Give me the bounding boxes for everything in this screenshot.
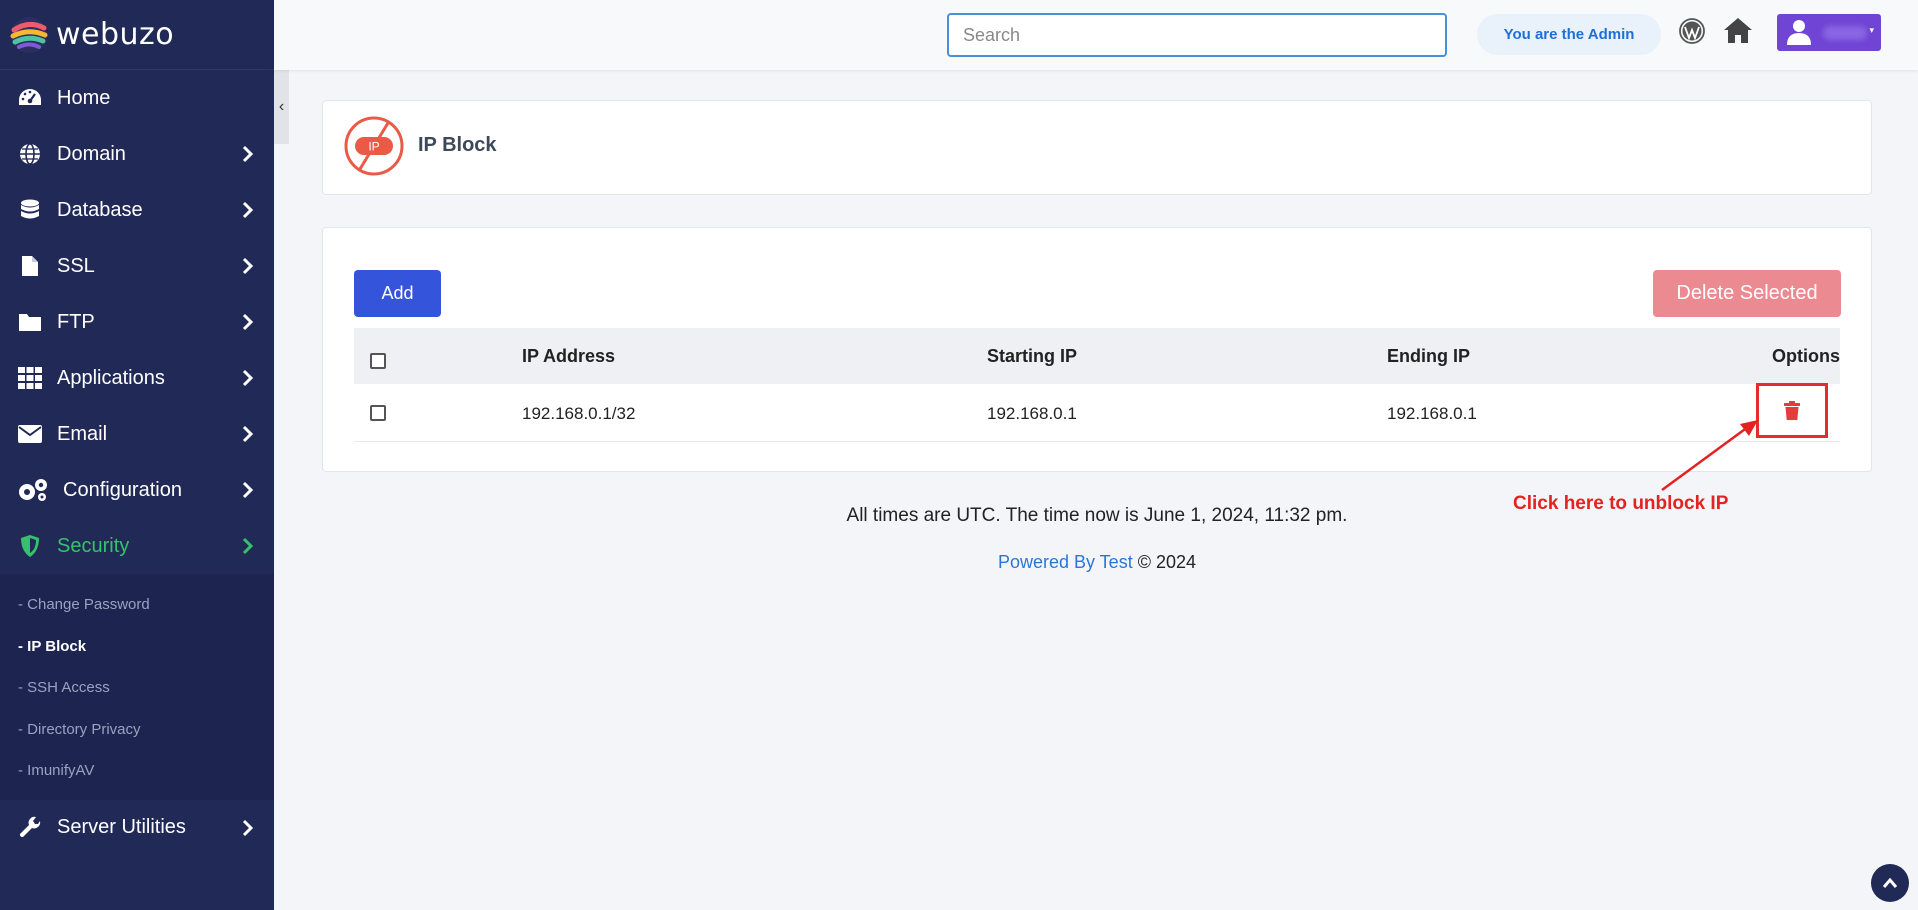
ip-block-icon: IP: [344, 116, 404, 176]
username-redacted: [1823, 26, 1867, 40]
sidebar-item-email[interactable]: Email: [0, 406, 274, 462]
chevron-up-icon: [1882, 877, 1898, 888]
top-header: You are the Admin ▾: [274, 0, 1918, 70]
sidebar: webuzo Home Domain Database SSL FTP Appl…: [0, 0, 274, 910]
sidebar-item-label: Home: [57, 86, 111, 109]
sidebar-item-database[interactable]: Database: [0, 182, 274, 238]
chevron-right-icon: [242, 313, 254, 331]
sidebar-item-ssl[interactable]: SSL: [0, 238, 274, 294]
sidebar-item-applications[interactable]: Applications: [0, 350, 274, 406]
cell-ending-ip: 192.168.0.1: [1387, 404, 1477, 423]
column-ip-address[interactable]: IP Address: [522, 346, 615, 367]
annotation-arrow: [1661, 420, 1758, 492]
sidebar-item-server-utilities[interactable]: Server Utilities: [0, 800, 274, 856]
sidebar-item-label: Applications: [57, 366, 165, 389]
powered-by-link[interactable]: Powered By Test: [998, 552, 1133, 572]
wordpress-icon[interactable]: [1679, 18, 1705, 44]
footer-powered: Powered By Test © 2024: [322, 552, 1872, 573]
column-options: Options: [1772, 346, 1840, 366]
cell-starting-ip: 192.168.0.1: [987, 404, 1077, 423]
sidebar-item-label: Configuration: [63, 478, 182, 501]
globe-icon: [17, 141, 43, 167]
chevron-right-icon: [242, 201, 254, 219]
column-ending-ip[interactable]: Ending IP: [1387, 346, 1470, 367]
logo[interactable]: webuzo: [0, 0, 274, 70]
page-header-card: IP IP Block: [322, 100, 1872, 195]
file-icon: [17, 253, 43, 279]
scroll-to-top-button[interactable]: [1871, 864, 1909, 902]
chevron-right-icon: [242, 145, 254, 163]
folder-icon: [17, 309, 43, 335]
sidebar-item-home[interactable]: Home: [0, 70, 274, 126]
grid-icon: [17, 365, 43, 391]
submenu-change-password[interactable]: - Change Password: [0, 584, 274, 626]
chevron-right-icon: [242, 257, 254, 275]
copyright-text: © 2024: [1137, 552, 1197, 572]
select-all-checkbox[interactable]: [370, 353, 386, 369]
sidebar-item-domain[interactable]: Domain: [0, 126, 274, 182]
chevron-right-icon: [242, 537, 254, 555]
row-checkbox[interactable]: [370, 405, 386, 421]
chevron-right-icon: [242, 369, 254, 387]
search-input[interactable]: [947, 13, 1447, 57]
security-submenu: - Change Password - IP Block - SSH Acces…: [0, 574, 274, 800]
home-icon[interactable]: [1723, 16, 1753, 44]
database-icon: [17, 197, 43, 223]
chevron-right-icon: [242, 819, 254, 836]
caret-down-icon: ▾: [1869, 25, 1874, 35]
footer-time: All times are UTC. The time now is June …: [846, 505, 1348, 526]
submenu-directory-privacy[interactable]: - Directory Privacy: [0, 709, 274, 751]
chevron-right-icon: [242, 481, 254, 499]
wrench-icon: [17, 815, 43, 841]
sidebar-item-label: Database: [57, 198, 143, 221]
sidebar-item-label: Email: [57, 422, 108, 445]
sidebar-item-configuration[interactable]: Configuration: [0, 462, 274, 518]
submenu-imunifyav[interactable]: - ImunifyAV: [0, 750, 274, 792]
submenu-ssh-access[interactable]: - SSH Access: [0, 667, 274, 709]
user-icon: [1787, 20, 1811, 45]
gears-icon: [17, 477, 49, 503]
column-starting-ip[interactable]: Starting IP: [987, 346, 1077, 367]
shield-icon: [17, 533, 43, 559]
webuzo-logo-icon: [10, 16, 48, 53]
ip-icon-label: IP: [368, 140, 379, 154]
page-title: IP Block: [418, 134, 497, 156]
sidebar-item-label: Domain: [57, 142, 126, 165]
table-row: 192.168.0.1/32 192.168.0.1 192.168.0.1: [354, 384, 1840, 442]
sidebar-item-label: FTP: [57, 310, 95, 333]
logo-text: webuzo: [56, 17, 175, 52]
submenu-ip-block[interactable]: - IP Block: [0, 626, 274, 668]
gauge-icon: [17, 85, 43, 111]
sidebar-item-label: Server Utilities: [57, 816, 186, 838]
trash-icon: [1784, 401, 1800, 420]
sidebar-item-ftp[interactable]: FTP: [0, 294, 274, 350]
admin-badge: You are the Admin: [1477, 14, 1661, 55]
table-header: IP Address Starting IP Ending IP Options: [354, 328, 1840, 384]
add-button[interactable]: Add: [354, 270, 441, 317]
sidebar-item-label: SSL: [57, 254, 95, 277]
chevron-right-icon: [242, 425, 254, 443]
user-menu-button[interactable]: ▾: [1777, 14, 1881, 51]
sidebar-collapse-toggle[interactable]: ‹: [274, 70, 289, 144]
sidebar-item-label: Security: [57, 534, 130, 557]
delete-selected-button[interactable]: Delete Selected: [1653, 270, 1841, 317]
sidebar-item-security[interactable]: Security: [0, 518, 274, 574]
ip-block-table-card: Add Delete Selected IP Address Starting …: [322, 227, 1872, 472]
cell-ip-address: 192.168.0.1/32: [522, 404, 636, 423]
envelope-icon: [17, 421, 43, 447]
